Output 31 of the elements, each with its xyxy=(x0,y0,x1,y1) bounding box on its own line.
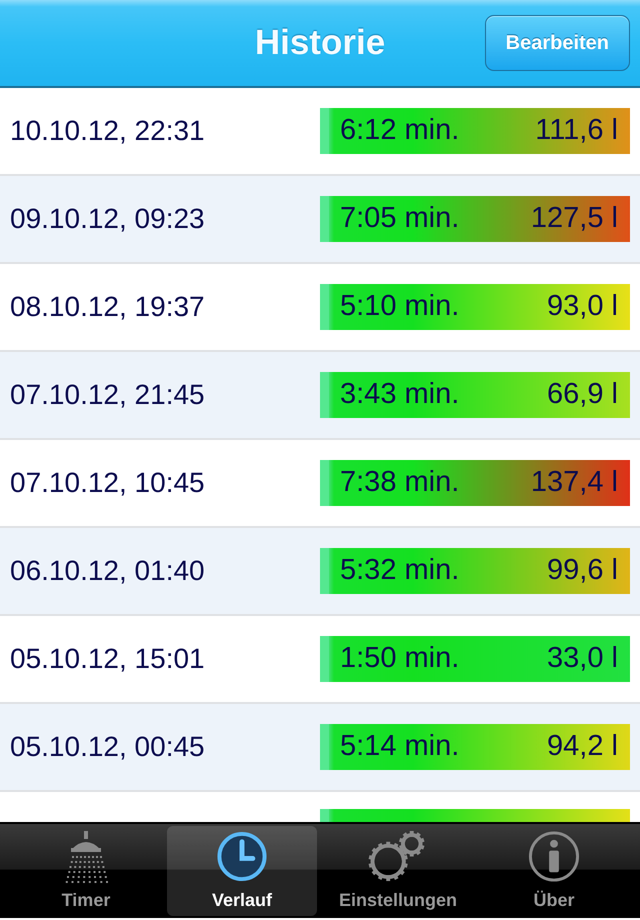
date-text: 09.10.12, 09:23 xyxy=(9,202,206,236)
duration-text: 6:12 min. xyxy=(340,113,460,148)
duration-text: 5:32 min. xyxy=(340,553,460,588)
tab[interactable]: Einstellungen xyxy=(323,826,473,916)
date-text: 05.10.12, 15:01 xyxy=(9,642,206,676)
date-text: 07.10.12, 21:45 xyxy=(9,378,206,412)
clock-icon xyxy=(215,830,269,883)
volume-text: 93,0 l xyxy=(547,289,618,324)
duration-text: 5:10 min. xyxy=(340,289,460,324)
volume-text: 127,5 l xyxy=(530,201,618,236)
tab[interactable]: Über xyxy=(479,826,629,916)
duration-text: 5:14 min. xyxy=(340,729,460,764)
date-text: 06.10.12, 01:40 xyxy=(9,554,206,588)
volume-text: 137,4 l xyxy=(530,465,618,500)
date-text: 08.10.12, 19:37 xyxy=(9,290,206,324)
volume-text: 111,6 l xyxy=(535,113,618,148)
screen-title: Historie xyxy=(254,22,386,64)
date-text: 05.10.12, 00:45 xyxy=(9,730,206,764)
volume-text: 94,2 l xyxy=(547,729,618,764)
duration-text: 1:50 min. xyxy=(340,641,460,676)
tab[interactable]: Verlauf xyxy=(167,826,317,916)
volume-text: 33,0 l xyxy=(547,641,618,676)
date-text: 10.10.12, 22:31 xyxy=(9,114,206,148)
tab[interactable]: Timer xyxy=(11,826,161,916)
duration-text: 3:43 min. xyxy=(340,377,460,412)
volume-text: 66,9 l xyxy=(547,377,618,412)
volume-text: 99,6 l xyxy=(547,553,618,588)
duration-text: 7:38 min. xyxy=(340,465,460,500)
duration-text: 7:05 min. xyxy=(340,201,460,236)
info-icon xyxy=(527,830,581,883)
date-text: 07.10.12, 10:45 xyxy=(9,466,206,500)
